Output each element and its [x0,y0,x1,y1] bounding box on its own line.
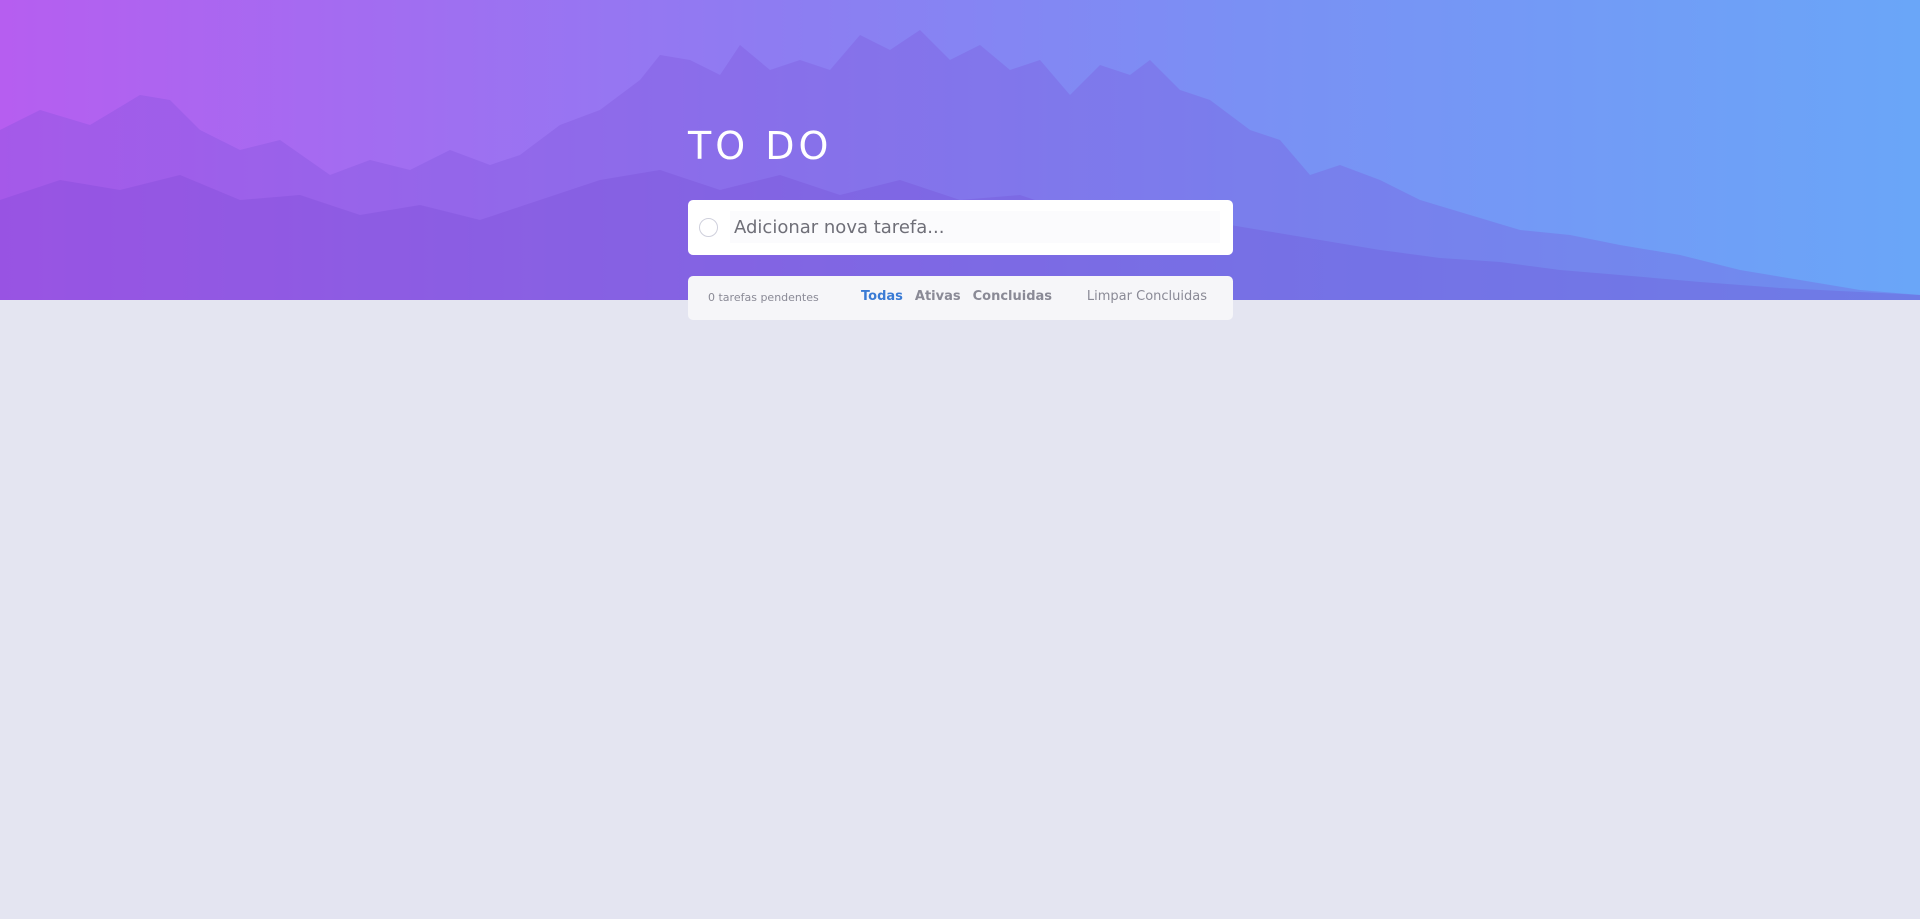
new-todo-bar [688,200,1233,255]
new-todo-input[interactable] [730,211,1220,243]
filter-all[interactable]: Todas [861,289,903,304]
header-background [0,0,1920,300]
filter-group: Todas Ativas Concluidas [861,289,1052,304]
filter-completed[interactable]: Concluidas [973,289,1052,304]
circle-icon[interactable] [699,218,718,237]
mountains-image [0,30,1920,300]
page-title: TO DO [688,124,833,168]
clear-completed-button[interactable]: Limpar Concluidas [1087,289,1207,304]
pending-count: 0 tarefas pendentes [708,291,819,304]
todo-footer: 0 tarefas pendentes Todas Ativas Conclui… [688,276,1233,320]
filter-active[interactable]: Ativas [915,289,961,304]
